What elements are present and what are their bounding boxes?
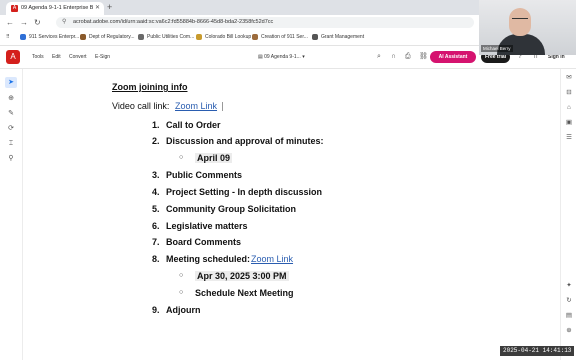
menu-convert[interactable]: Convert [69,46,87,68]
agenda-item: Project Setting - In depth discussion [166,187,323,197]
magnify-icon[interactable]: ⚲ [5,153,17,164]
bookmark-item[interactable]: Dept of Regulatory... [80,30,135,45]
agenda-item: Adjourn [166,305,201,315]
agenda-item: Call to Order [166,120,221,130]
item-number: 1. [152,120,160,130]
right-rail: ✉ ⊟ ⌂ ▣ ☰ ✦ ↻ ▤ ⊕ [560,69,576,360]
search-icon[interactable]: ⌕ [377,46,381,68]
bookmark-icon [20,33,26,40]
attachment-icon[interactable]: ⌂ [563,103,575,113]
url-text: acrobat.adobe.com/id/urn:aaid:sc:va6c2:f… [73,19,274,25]
bookmark-item[interactable]: Colorado Bill Lookup [196,30,251,45]
item-number: 2. [152,136,160,146]
tab-title: 09 Agenda 9-1-1 Enterprise B... [21,5,93,11]
video-zoom-link[interactable]: Zoom Link [175,101,217,111]
layers-icon[interactable]: ☰ [563,133,575,143]
bookmark-item[interactable]: Creation of 911 Ser... [252,30,308,45]
left-toolbar: ➤ ⊕ ✎ ⟳ ⌶ ⚲ [0,69,23,360]
rotate-icon[interactable]: ↻ [563,296,575,306]
lasso-icon[interactable]: ⟳ [5,123,17,134]
meeting-date: Apr 30, 2025 3:00 PM [195,271,289,281]
print-icon[interactable]: ⎙ [405,46,411,68]
select-cursor-icon[interactable]: ➤ [5,77,17,88]
apps-icon[interactable]: ⠿ [6,30,10,45]
pages-icon[interactable]: ▣ [563,118,575,128]
site-info-icon[interactable]: ⚲ [62,17,66,28]
comment-icon[interactable]: ✉ [563,73,575,83]
item-number: 5. [152,204,160,214]
pen-icon[interactable]: ✎ [5,108,17,119]
bookmark-panel-icon[interactable]: ⊟ [563,88,575,98]
timestamp-overlay: 2025-04-21 14:41:13 [500,346,575,356]
bookmark-item[interactable]: Grant Management [312,30,364,45]
zoom-heading[interactable]: Zoom joining info [112,82,187,92]
document-title[interactable]: ▤ 09 Agenda 9-1... ▾ [258,46,305,68]
menu-tools[interactable]: Tools [32,46,44,68]
document-page: Zoom joining info Video call link: Zoom … [23,69,560,360]
glasses [512,18,528,23]
menu-edit[interactable]: Edit [52,46,61,68]
tab-close-icon[interactable]: ✕ [95,2,100,15]
agenda-item: Meeting scheduled: [166,254,251,264]
agenda-item: Public Comments [166,170,243,180]
video-call-label: Video call link: [112,101,170,111]
url-field[interactable]: ⚲ acrobat.adobe.com/id/urn:aaid:sc:va6c2… [56,17,474,28]
reload-icon[interactable]: ↻ [34,15,41,30]
schedule-next: Schedule Next Meeting [195,288,294,298]
webcam-overlay: Michael Berry [479,0,576,55]
agenda-item: Community Group Solicitation [166,204,296,214]
bookmark-icon [80,33,86,40]
minutes-date: April 09 [195,153,233,163]
doc-icon[interactable]: ▤ [563,311,575,321]
item-number: 4. [152,187,160,197]
new-tab-icon[interactable]: + [107,1,112,14]
item-number: 8. [152,254,160,264]
ai-assistant-button[interactable]: AI Assistant [430,51,476,63]
item-number: 3. [152,170,160,180]
meeting-zoom-link[interactable]: Zoom Link [251,254,293,264]
sub-bullet-icon: ○ [179,272,184,279]
webcam-name-label: Michael Berry [481,45,513,52]
zoom-in-icon[interactable]: ⊕ [563,326,575,336]
folder-icon [312,33,318,40]
menu-esign[interactable]: E-Sign [95,46,110,68]
bookmark-icon [196,33,202,40]
acrobat-logo-icon[interactable]: A [6,50,20,64]
link-icon[interactable]: ⛓ [419,46,428,68]
sub-bullet-icon: ○ [179,289,184,296]
sparkle-icon[interactable]: ✦ [563,281,575,291]
acrobat-favicon-icon: A [11,5,18,12]
bookmark-icon [252,33,258,40]
agenda-item: Legislative matters [166,221,248,231]
agenda-item: Board Comments [166,237,242,247]
bookmark-icon [138,33,144,40]
forward-icon[interactable]: → [20,15,28,30]
text-caret [222,102,223,111]
back-icon[interactable]: ← [6,15,14,30]
agenda-item: Discussion and approval of minutes: [166,136,324,146]
text-select-icon[interactable]: ⌶ [5,138,17,149]
browser-tab[interactable]: A 09 Agenda 9-1-1 Enterprise B... ✕ [6,2,104,15]
bookmark-item[interactable]: 911 Services Enterpr... [20,30,79,45]
item-number: 9. [152,305,160,315]
sub-bullet-icon: ○ [179,154,184,161]
bookmark-item[interactable]: Public Utilities Com... [138,30,194,45]
item-number: 7. [152,237,160,247]
item-number: 6. [152,221,160,231]
headphones-icon[interactable]: ∩ [391,46,396,68]
zoom-icon[interactable]: ⊕ [5,93,17,104]
